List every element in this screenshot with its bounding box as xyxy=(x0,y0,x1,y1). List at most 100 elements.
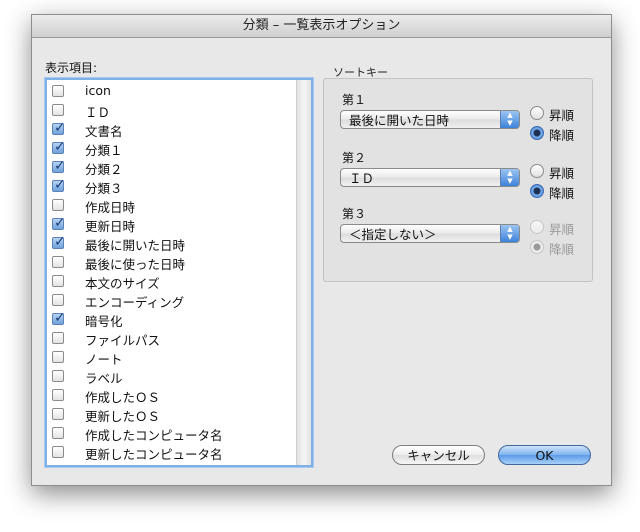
cancel-button[interactable]: キャンセル xyxy=(392,445,485,465)
radio-button xyxy=(530,220,544,234)
window-title: 分類 – 一覧表示オプション xyxy=(32,15,611,38)
column-row[interactable]: ✓ 最後に開いた日時 xyxy=(47,234,295,253)
column-checkbox[interactable]: ✓ xyxy=(52,199,64,211)
sort-key-popup[interactable]: ＜指定しない＞ ▲ ▼ xyxy=(340,224,520,243)
column-row[interactable]: ✓ 分類２ xyxy=(47,158,295,177)
column-checkbox[interactable]: ✓ xyxy=(52,427,64,439)
checkmark-icon: ✓ xyxy=(54,215,66,231)
column-label: 更新日時 xyxy=(85,219,136,234)
column-label: ノート xyxy=(85,352,123,367)
sort-key-popup[interactable]: ＩＤ ▲ ▼ xyxy=(340,168,520,187)
column-row[interactable]: ✓ 作成日時 xyxy=(47,196,295,215)
radio-button xyxy=(530,240,544,254)
popup-arrows-icon: ▲ ▼ xyxy=(500,111,519,128)
options-dialog: 分類 – 一覧表示オプション 表示項目: ✓ icon ✓ ＩＤ ✓ 文書名 ✓ 分類１ ✓ 分類… xyxy=(31,14,612,486)
column-label: 文書名 xyxy=(85,124,123,139)
column-checkbox[interactable]: ✓ xyxy=(52,120,66,136)
column-row[interactable]: ✓ ＩＤ xyxy=(47,101,295,120)
sort-key-value: ＩＤ xyxy=(349,171,375,186)
columns-list-rows: ✓ icon ✓ ＩＤ ✓ 文書名 ✓ 分類１ ✓ 分類２ ✓ 分類３ ✓ 作成日時 ✓ 更新日時 ✓ 最後に開い… xyxy=(47,80,295,462)
radio-button[interactable] xyxy=(530,126,544,140)
ok-button[interactable]: OK xyxy=(498,445,591,465)
checkmark-icon: ✓ xyxy=(54,234,66,250)
column-checkbox[interactable]: ✓ xyxy=(52,158,66,174)
radio-button[interactable] xyxy=(530,164,544,178)
column-checkbox[interactable]: ✓ xyxy=(52,408,64,420)
column-label: ＩＤ xyxy=(85,105,111,120)
column-label: 分類２ xyxy=(85,162,123,177)
column-label: 分類１ xyxy=(85,143,123,158)
column-row[interactable]: ✓ 暗号化 xyxy=(47,310,295,329)
column-checkbox[interactable]: ✓ xyxy=(52,446,64,458)
column-checkbox[interactable]: ✓ xyxy=(52,370,64,382)
sort-key-legend: ソートキー xyxy=(333,66,388,79)
popup-arrows-icon: ▲ ▼ xyxy=(500,169,519,186)
popup-arrows-icon: ▲ ▼ xyxy=(500,225,519,242)
column-row[interactable]: ✓ エンコーディング xyxy=(47,291,295,310)
sort-key-group: 第１ 最後に開いた日時 ▲ ▼ 昇順 降順 第２ ＩＤ ▲ ▼ 昇順 降順 第３ ＜指定しない＞ ▲ ▼ 昇順降… xyxy=(323,78,593,282)
column-checkbox[interactable]: ✓ xyxy=(52,275,64,287)
columns-label: 表示項目: xyxy=(45,61,98,75)
checkmark-icon: ✓ xyxy=(54,158,66,174)
column-label: icon xyxy=(85,83,111,98)
column-label: 作成したＯＳ xyxy=(85,390,161,405)
radio-label: 昇順 xyxy=(549,166,575,181)
columns-list[interactable]: ✓ icon ✓ ＩＤ ✓ 文書名 ✓ 分類１ ✓ 分類２ ✓ 分類３ ✓ 作成日時 ✓ 更新日時 ✓ 最後に開い… xyxy=(45,78,313,467)
column-row[interactable]: ✓ 最後に使った日時 xyxy=(47,253,295,272)
column-checkbox[interactable]: ✓ xyxy=(52,177,66,193)
column-label: 分類３ xyxy=(85,181,123,196)
checkmark-icon: ✓ xyxy=(54,120,66,136)
checkmark-icon: ✓ xyxy=(54,310,66,326)
column-checkbox[interactable]: ✓ xyxy=(52,234,66,250)
sort-key-popup[interactable]: 最後に開いた日時 ▲ ▼ xyxy=(340,110,520,129)
column-label: 本文のサイズ xyxy=(85,276,160,291)
radio-button[interactable] xyxy=(530,184,544,198)
radio-label: 降順 xyxy=(549,242,575,257)
column-label: ファイルパス xyxy=(85,333,161,348)
checkmark-icon: ✓ xyxy=(54,139,66,155)
checkmark-icon: ✓ xyxy=(54,177,66,193)
radio-label: 昇順 xyxy=(549,108,575,123)
column-label: 作成したコンピュータ名 xyxy=(85,428,223,443)
column-checkbox[interactable]: ✓ xyxy=(52,256,64,268)
column-row[interactable]: ✓ ラベル xyxy=(47,367,295,386)
column-checkbox[interactable]: ✓ xyxy=(52,389,64,401)
column-row[interactable]: ✓ 更新したＯＳ xyxy=(47,405,295,424)
column-label: ラベル xyxy=(85,371,123,386)
column-label: エンコーディング xyxy=(85,295,185,310)
sort-level-label: 第１ xyxy=(342,93,367,107)
column-row[interactable]: ✓ 更新日時 xyxy=(47,215,295,234)
column-row[interactable]: ✓ icon xyxy=(47,82,295,101)
radio-label: 降順 xyxy=(549,128,575,143)
column-checkbox[interactable]: ✓ xyxy=(52,215,66,231)
column-row[interactable]: ✓ 更新したコンピュータ名 xyxy=(47,443,295,462)
radio-button[interactable] xyxy=(530,106,544,120)
column-checkbox[interactable]: ✓ xyxy=(52,139,66,155)
column-checkbox[interactable]: ✓ xyxy=(52,294,64,306)
column-checkbox[interactable]: ✓ xyxy=(52,351,64,363)
column-row[interactable]: ✓ 分類１ xyxy=(47,139,295,158)
column-row[interactable]: ✓ 本文のサイズ xyxy=(47,272,295,291)
column-label: 作成日時 xyxy=(85,200,136,215)
sort-key-value: 最後に開いた日時 xyxy=(349,113,450,128)
column-label: 最後に使った日時 xyxy=(85,257,186,272)
column-checkbox[interactable]: ✓ xyxy=(52,310,66,326)
column-checkbox[interactable]: ✓ xyxy=(52,104,64,116)
sort-key-value: ＜指定しない＞ xyxy=(349,227,437,242)
column-label: 更新したＯＳ xyxy=(85,409,161,424)
column-label: 最後に開いた日時 xyxy=(85,238,186,253)
column-label: 更新したコンピュータ名 xyxy=(85,447,223,462)
column-row[interactable]: ✓ 作成したＯＳ xyxy=(47,386,295,405)
column-checkbox[interactable]: ✓ xyxy=(52,85,64,97)
radio-label: 降順 xyxy=(549,186,575,201)
radio-label: 昇順 xyxy=(549,222,575,237)
list-scrollbar[interactable] xyxy=(296,80,311,465)
column-row[interactable]: ✓ 作成したコンピュータ名 xyxy=(47,424,295,443)
column-checkbox[interactable]: ✓ xyxy=(52,332,64,344)
column-row[interactable]: ✓ 分類３ xyxy=(47,177,295,196)
column-row[interactable]: ✓ ノート xyxy=(47,348,295,367)
column-row[interactable]: ✓ ファイルパス xyxy=(47,329,295,348)
column-label: 暗号化 xyxy=(85,314,123,329)
sort-level-label: 第３ xyxy=(342,207,367,221)
column-row[interactable]: ✓ 文書名 xyxy=(47,120,295,139)
